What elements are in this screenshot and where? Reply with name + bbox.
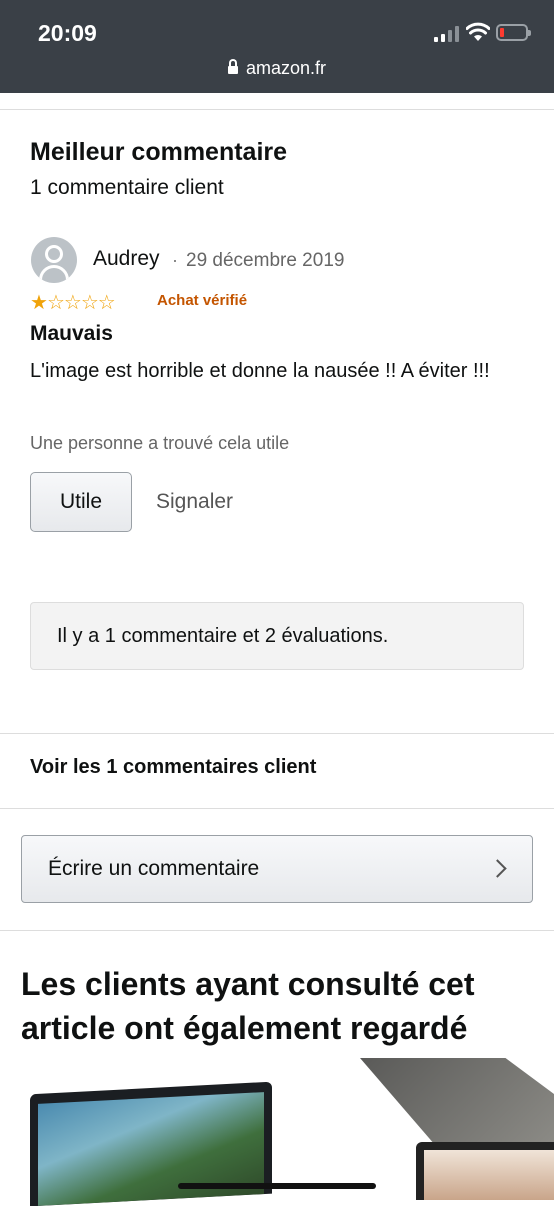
review-body: L'image est horrible et donne la nausée … xyxy=(30,360,490,382)
see-all-reviews-link[interactable]: Voir les 1 commentaires client xyxy=(30,756,316,779)
star-empty-icon: ☆ xyxy=(63,292,82,314)
chevron-right-icon xyxy=(488,859,507,878)
home-indicator[interactable] xyxy=(178,1183,376,1189)
address-bar[interactable]: amazon.fr xyxy=(0,58,554,79)
write-review-label: Écrire un commentaire xyxy=(48,857,260,880)
review-count: 1 commentaire client xyxy=(30,176,224,199)
write-review-button[interactable]: Écrire un commentaire xyxy=(21,835,533,903)
divider xyxy=(0,109,554,110)
clock: 20:09 xyxy=(38,20,97,46)
battery-low-icon xyxy=(496,24,531,41)
star-rating[interactable]: ★☆☆☆☆ xyxy=(30,290,116,315)
related-products-heading: Les clients ayant consulté cet article o… xyxy=(21,966,475,1046)
status-bar: 20:09 amazon.fr xyxy=(0,0,554,93)
review-title: Mauvais xyxy=(30,322,113,345)
star-empty-icon: ☆ xyxy=(97,292,116,314)
divider xyxy=(0,808,554,809)
product-image-laptop[interactable] xyxy=(360,1058,554,1200)
helpful-button[interactable]: Utile xyxy=(30,472,132,532)
star-empty-icon: ☆ xyxy=(46,292,65,314)
url-text: amazon.fr xyxy=(245,58,327,78)
divider xyxy=(0,733,554,734)
wifi-icon xyxy=(466,22,490,41)
review-author[interactable]: Audrey xyxy=(93,247,160,271)
lock-icon xyxy=(227,59,238,74)
star-empty-icon: ☆ xyxy=(80,292,99,314)
section-heading: Meilleur commentaire xyxy=(30,138,288,166)
avatar xyxy=(31,237,77,283)
signal-icon xyxy=(434,26,459,42)
star-filled-icon: ★ xyxy=(30,292,48,314)
report-link[interactable]: Signaler xyxy=(156,490,233,514)
divider xyxy=(0,930,554,931)
helpful-count: Une personne a trouvé cela utile xyxy=(30,433,290,453)
separator: · xyxy=(172,250,178,270)
reviews-summary-box: Il y a 1 commentaire et 2 évaluations. xyxy=(30,602,524,670)
verified-badge: Achat vérifié xyxy=(157,292,248,309)
review-date: 29 décembre 2019 xyxy=(186,250,345,271)
